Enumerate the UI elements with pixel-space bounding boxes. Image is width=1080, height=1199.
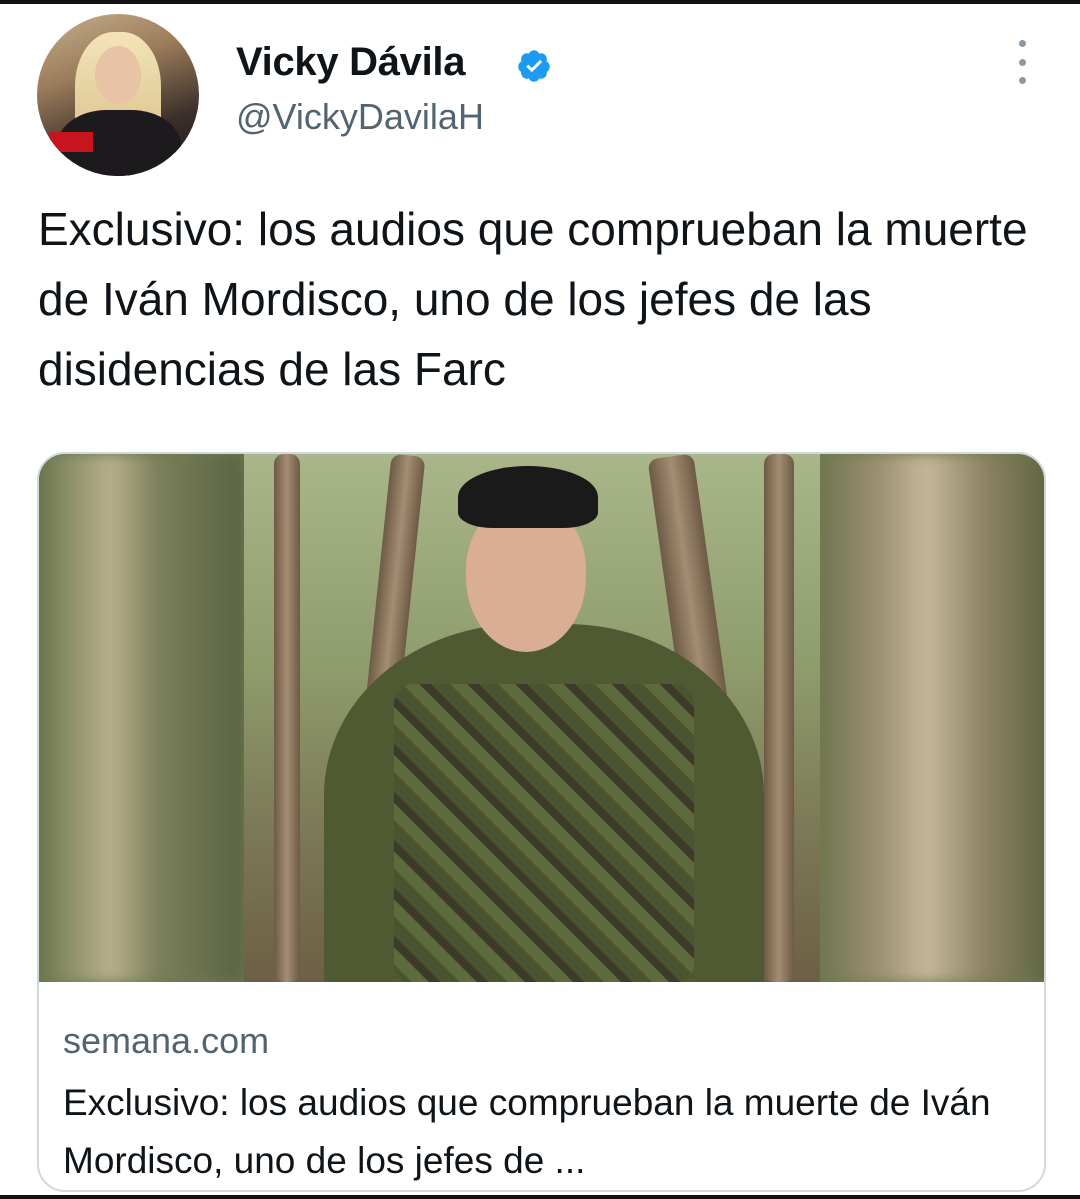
more-dot xyxy=(1018,77,1026,84)
person-vest xyxy=(394,684,694,982)
verified-badge-icon xyxy=(518,50,550,82)
author-display-name[interactable]: Vicky Dávila xyxy=(236,40,465,85)
card-image xyxy=(39,454,1044,982)
tweet-text: Exclusivo: los audios que comprueban la … xyxy=(38,203,1028,395)
author-avatar[interactable] xyxy=(37,14,199,176)
author-handle[interactable]: @VickyDavilaH xyxy=(236,96,484,138)
more-options-icon[interactable] xyxy=(1010,40,1034,84)
tree-trunk xyxy=(274,454,300,982)
link-preview-card[interactable]: semana.com Exclusivo: los audios que com… xyxy=(37,452,1046,1192)
card-image-blur-right xyxy=(819,454,1044,982)
card-domain[interactable]: semana.com xyxy=(63,1020,269,1062)
person-beret xyxy=(458,466,598,528)
card-image-blur-left xyxy=(39,454,244,982)
card-title[interactable]: Exclusivo: los audios que comprueban la … xyxy=(63,1074,1023,1190)
more-dot xyxy=(1018,58,1026,66)
avatar-face xyxy=(95,46,141,104)
top-edge xyxy=(0,0,1080,4)
tree-trunk xyxy=(764,454,794,982)
more-dot xyxy=(1018,40,1026,47)
avatar-tv-tag xyxy=(49,132,93,152)
card-photo xyxy=(244,454,820,982)
bottom-edge xyxy=(0,1195,1080,1199)
